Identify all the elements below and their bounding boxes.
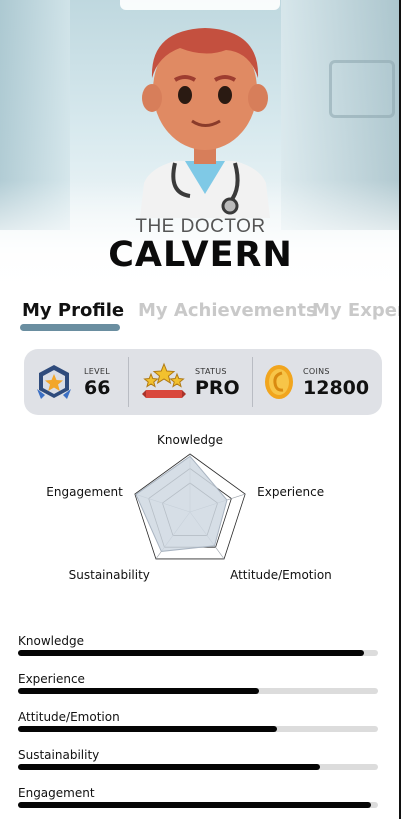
skill-bar-row: Engagement <box>18 784 380 822</box>
level-value: 66 <box>84 377 111 399</box>
status-value: PRO <box>195 377 240 399</box>
skill-bar-label: Knowledge <box>18 634 84 648</box>
skill-bar-track <box>18 688 378 694</box>
radar-axis-label: Sustainability <box>69 568 150 582</box>
skill-bar-label: Experience <box>18 672 85 686</box>
status-label: STATUS <box>195 367 227 376</box>
radar-axis-label: Experience <box>257 485 324 499</box>
skill-bar-label: Attitude/Emotion <box>18 710 120 724</box>
skill-bar-track <box>18 802 378 808</box>
doctor-avatar <box>140 28 270 218</box>
radar-axis-label: Engagement <box>46 485 123 499</box>
skill-bar-track <box>18 764 378 770</box>
skill-bar-row: Knowledge <box>18 632 380 670</box>
skill-bar-fill <box>18 688 260 694</box>
skill-bar-label: Sustainability <box>18 748 100 762</box>
skill-bar-fill <box>18 650 364 656</box>
level-badge-icon <box>37 365 71 399</box>
tab-my-achievements[interactable]: My Achievements <box>138 300 317 321</box>
profile-name: CALVERN <box>108 235 293 275</box>
stats-panel: LEVEL 66 STATUS PRO COINS 12800 <box>24 349 382 415</box>
ceiling-light <box>120 0 280 10</box>
stars-ribbon-icon <box>142 362 186 398</box>
skill-bar-row: Experience <box>18 670 380 708</box>
skill-bar-fill <box>18 726 278 732</box>
skills-bars: Knowledge Experience Attitude/Emotion Susta… <box>18 632 380 822</box>
skill-bar-fill <box>18 802 371 808</box>
skill-bar-label: Engagement <box>18 786 95 800</box>
skill-bar-track <box>18 650 378 656</box>
skills-radar-chart: Knowledge Experience Attitude/Emotion Susta… <box>46 433 332 582</box>
skill-bar-row: Attitude/Emotion <box>18 708 380 746</box>
coins-label: COINS <box>303 367 330 376</box>
skill-bar-track <box>18 726 378 732</box>
coin-icon <box>265 365 293 399</box>
stats-divider <box>128 357 129 407</box>
skill-bar-row: Sustainability <box>18 746 380 784</box>
tab-my-experience[interactable]: My Exper <box>312 300 401 321</box>
waiting-bench <box>329 60 395 118</box>
active-tab-indicator <box>20 324 120 331</box>
level-label: LEVEL <box>84 367 110 376</box>
stats-divider <box>252 357 253 407</box>
profile-tabs: My Profile My Achievements My Exper <box>0 298 401 338</box>
skill-bar-fill <box>18 764 321 770</box>
radar-axis-label: Attitude/Emotion <box>230 568 332 582</box>
radar-axis-label: Knowledge <box>157 433 223 447</box>
tab-my-profile[interactable]: My Profile <box>22 300 124 321</box>
coins-value: 12800 <box>303 377 370 399</box>
